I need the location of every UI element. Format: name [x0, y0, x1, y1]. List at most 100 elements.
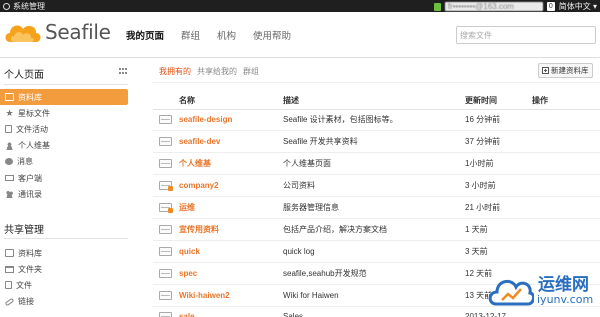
library-name-link[interactable]: 宣传用资料 [179, 218, 283, 241]
tab-shared[interactable]: 共享给我的 [197, 66, 237, 77]
gear-icon [3, 3, 10, 10]
folder-icon [5, 265, 14, 273]
library-name-link[interactable]: 个人维基 [179, 152, 283, 176]
admin-link[interactable]: 系统管理 [3, 1, 45, 12]
sidebar-item-label: 通讯录 [18, 189, 42, 199]
library-description: Wiki for Haiwen [283, 284, 465, 307]
account-email[interactable]: fr••••••••@163.com [444, 2, 543, 11]
nav-org[interactable]: 机构 [217, 28, 236, 42]
wiki-icon [5, 141, 14, 150]
client-icon [5, 175, 14, 182]
sidebar-item-label: 文件 [16, 280, 32, 290]
search-input[interactable] [456, 26, 596, 44]
message-icon [5, 158, 13, 166]
library-description: seafile,seahub开发规范 [283, 262, 465, 285]
sidebar-item-clients[interactable]: 客户端 [0, 170, 128, 186]
row-icon-cell [153, 240, 179, 263]
sidebar-item-contacts[interactable]: 通讯录 [0, 186, 128, 202]
nav-help[interactable]: 使用帮助 [253, 28, 291, 42]
sidebar-item-messages[interactable]: 消息 [0, 154, 128, 170]
library-name-link[interactable]: seafile-dev [179, 130, 283, 154]
library-update-time: 37 分钟前 [465, 130, 532, 154]
library-name-link[interactable]: quick [179, 240, 283, 263]
library-actions [532, 109, 600, 132]
sidebar-item-label: 个人维基 [18, 141, 50, 151]
library-description: 个人维基页面 [283, 152, 465, 176]
new-library-label: 新建资料库 [551, 66, 589, 75]
library-description: Sales [283, 306, 465, 317]
sidebar-item-label: 文件夹 [18, 264, 42, 274]
library-description: 服务器管理信息 [283, 196, 465, 219]
library-actions [532, 130, 600, 154]
sidebar-item-shared-links[interactable]: 链接 [0, 294, 128, 310]
notice-count-badge[interactable]: 0 [546, 2, 555, 11]
library-description: Seafile 设计素材，包括图标等。 [283, 109, 465, 132]
divider [4, 238, 128, 239]
library-name-link[interactable]: spec [179, 262, 283, 285]
library-update-time: 3 天前 [465, 240, 532, 263]
row-icon-cell [153, 218, 179, 241]
library-actions [532, 196, 600, 219]
table-row[interactable]: 宣传用资料 包括产品介绍，解决方案文档 1 天前 [153, 218, 600, 241]
library-icon [159, 224, 172, 234]
library-icon [159, 115, 172, 125]
language-menu[interactable]: 简体中文 ▾ [559, 1, 597, 12]
col-time[interactable]: 更新时间 [465, 92, 532, 110]
logo-text: Seafile [45, 20, 111, 44]
nav-groups[interactable]: 群组 [181, 28, 200, 42]
sidebar-item-libraries[interactable]: 资料库 [0, 89, 128, 106]
sidebar-item-label: 星标文件 [18, 108, 50, 118]
plus-icon [542, 67, 549, 74]
sidebar-item-wiki[interactable]: 个人维基 [0, 138, 128, 154]
encrypted-library-icon [159, 203, 173, 213]
library-update-time: 3 小时前 [465, 174, 532, 198]
sidebar-item-shared-folders[interactable]: 文件夹 [0, 261, 128, 277]
tab-mine[interactable]: 我拥有的 [159, 66, 191, 77]
table-row[interactable]: company2 公司资料 3 小时前 [153, 174, 600, 198]
library-name-link[interactable]: 运维 [179, 196, 283, 219]
library-name-link[interactable]: company2 [179, 174, 283, 198]
account-level-icon [433, 2, 441, 11]
language-label: 简体中文 [558, 2, 591, 11]
star-icon: ★ [5, 108, 14, 119]
top-bar: 系统管理 fr••••••••@163.com 0 简体中文 ▾ [0, 0, 600, 12]
library-actions [532, 174, 600, 198]
col-name[interactable]: 名称 [179, 92, 283, 110]
watermark-cloud-icon [488, 279, 534, 306]
library-name-link[interactable]: seafile-design [179, 109, 283, 132]
table-row[interactable]: 运维 服务器管理信息 21 小时前 [153, 196, 600, 219]
row-icon-cell [153, 284, 179, 307]
table-row[interactable]: seafile-dev Seafile 开发共享资料 37 分钟前 [153, 130, 600, 154]
row-icon-cell [153, 306, 179, 317]
sidebar: 个人页面 资料库 ★ 星标文件 文件活动 个人维基 消息 客户端 通讯录 共享管理… [0, 58, 133, 317]
library-tabs: 我拥有的 共享给我的 群组 [159, 66, 259, 77]
sidebar-item-label: 资料库 [18, 92, 42, 102]
file-icon [5, 281, 12, 290]
nav-my-page[interactable]: 我的页面 [126, 28, 164, 42]
tab-groups[interactable]: 群组 [243, 66, 259, 77]
sidebar-item-shared-libraries[interactable]: 资料库 [0, 245, 128, 261]
divider [4, 84, 128, 85]
sidebar-item-shared-files[interactable]: 文件 [0, 277, 128, 293]
new-library-button[interactable]: 新建资料库 [538, 63, 593, 78]
row-icon-cell [153, 262, 179, 285]
library-name-link[interactable]: sale [179, 306, 283, 317]
table-row[interactable]: quick quick log 3 天前 [153, 240, 600, 263]
table-header-row: 名称 描述 更新时间 操作 [153, 92, 600, 110]
divider [153, 82, 600, 83]
header: Seafile 我的页面 群组 机构 使用帮助 [0, 12, 600, 58]
library-actions [532, 218, 600, 241]
sidebar-item-label: 客户端 [18, 173, 42, 183]
sidebar-item-label: 资料库 [18, 248, 42, 258]
grid-icon[interactable] [119, 68, 127, 74]
library-icon [159, 246, 172, 256]
table-row[interactable]: seafile-design Seafile 设计素材，包括图标等。 16 分钟前 [153, 109, 600, 132]
sidebar-item-starred[interactable]: ★ 星标文件 [0, 105, 128, 121]
table-row[interactable]: 个人维基 个人维基页面 1小时前 [153, 152, 600, 176]
library-icon [159, 290, 172, 300]
row-icon-cell [153, 152, 179, 176]
sidebar-item-activity[interactable]: 文件活动 [0, 121, 128, 137]
contacts-icon [5, 190, 14, 199]
library-name-link[interactable]: Wiki-haiwen2 [179, 284, 283, 307]
logo[interactable]: Seafile [4, 20, 111, 44]
